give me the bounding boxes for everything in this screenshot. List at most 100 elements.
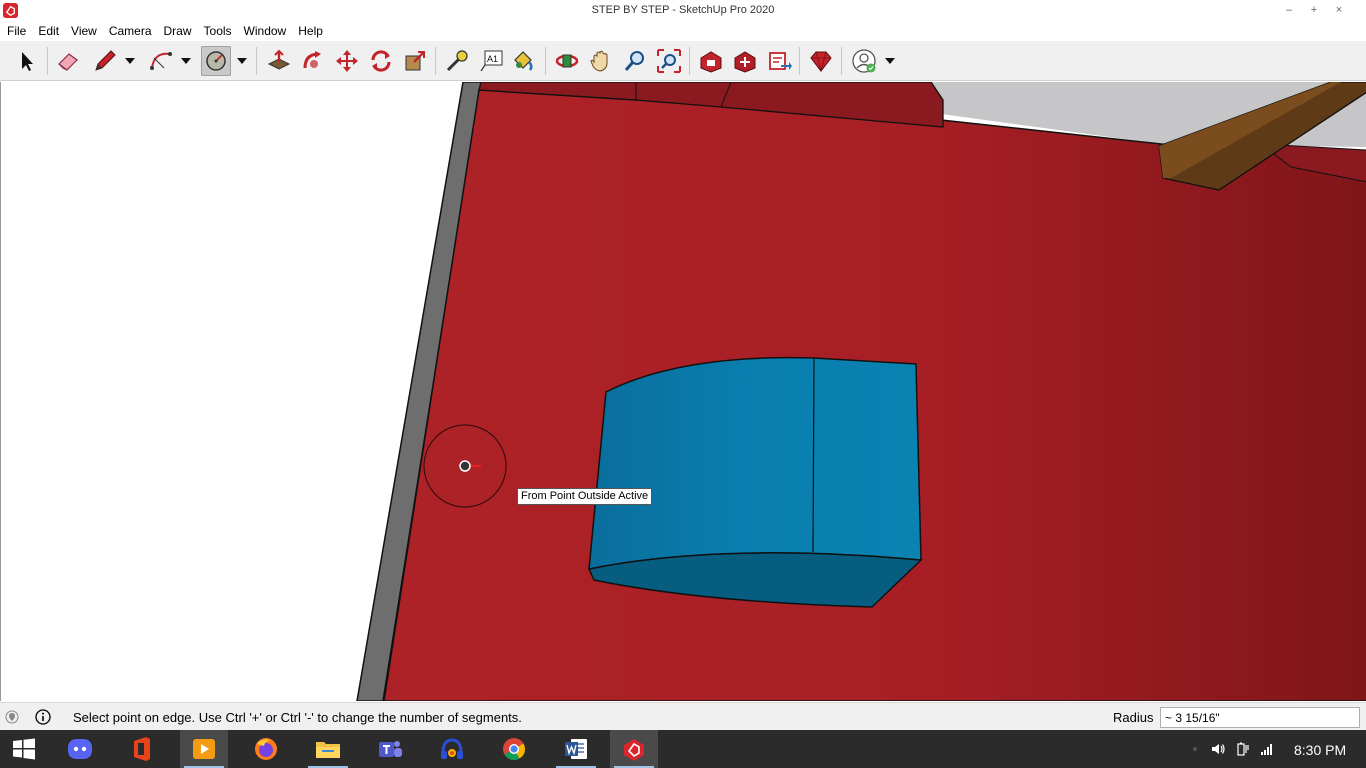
taskbar-firefox[interactable] xyxy=(242,730,290,768)
circle-center-cursor-icon xyxy=(459,460,471,472)
3d-warehouse-button[interactable] xyxy=(696,46,726,76)
rotate-tool-button[interactable] xyxy=(366,46,396,76)
measurements-input[interactable] xyxy=(1160,707,1360,728)
tray-volume[interactable] xyxy=(1208,730,1228,768)
extension-warehouse-button[interactable] xyxy=(730,46,760,76)
office-icon xyxy=(134,737,150,761)
taskbar-clock[interactable]: 8:30 PM xyxy=(1294,742,1346,758)
discord-icon xyxy=(68,739,92,759)
pencil-tool-button[interactable] xyxy=(90,46,120,76)
windows-taskbar: 8:30 PM xyxy=(0,730,1366,768)
tray-network[interactable] xyxy=(1257,730,1277,768)
layout-send-icon xyxy=(769,52,792,70)
blue-box-front[interactable] xyxy=(588,356,922,570)
push-pull-icon xyxy=(267,49,291,70)
status-message: Select point on edge. Use Ctrl '+' or Ct… xyxy=(73,710,522,725)
taskbar-teams[interactable] xyxy=(366,730,414,768)
zoom-extents-icon xyxy=(657,49,681,73)
user-account-icon xyxy=(852,49,876,73)
measurements-label: Radius xyxy=(1113,710,1154,725)
minimize-button[interactable]: – xyxy=(1280,2,1298,18)
window-title: STEP BY STEP - SketchUp Pro 2020 xyxy=(591,4,775,16)
menu-edit[interactable]: Edit xyxy=(34,24,63,38)
menu-bar: File Edit View Camera Draw Tools Window … xyxy=(0,21,1366,41)
pan-tool-button[interactable] xyxy=(586,46,616,76)
warehouse-icon xyxy=(700,51,722,73)
move-tool-button[interactable] xyxy=(332,46,362,76)
status-bar: Select point on edge. Use Ctrl '+' or Ct… xyxy=(0,702,1366,730)
ruby-gem-icon xyxy=(810,51,832,73)
paint-bucket-tool-button[interactable] xyxy=(508,46,538,76)
chrome-icon xyxy=(503,738,525,760)
sketchup-icon xyxy=(624,739,644,761)
taskbar-chrome[interactable] xyxy=(490,730,538,768)
zoom-extents-tool-button[interactable] xyxy=(654,46,684,76)
toolbar-separator xyxy=(435,47,436,75)
taskbar-discord[interactable] xyxy=(56,730,104,768)
rotate-icon xyxy=(371,50,391,72)
paint-bucket-icon xyxy=(514,51,533,71)
arc-tool-button[interactable] xyxy=(146,46,176,76)
taskbar-sketchup[interactable] xyxy=(610,730,658,768)
tape-measure-icon xyxy=(446,50,468,72)
eraser-tool-button[interactable] xyxy=(53,46,83,76)
move-arrows-icon xyxy=(336,50,358,72)
geolocation-icon[interactable] xyxy=(5,710,19,724)
toolbar-separator xyxy=(47,47,48,75)
speaker-icon xyxy=(1212,744,1225,754)
ruby-console-button[interactable] xyxy=(806,46,836,76)
dot-icon xyxy=(1193,747,1197,751)
account-button[interactable] xyxy=(849,46,879,76)
menu-window[interactable]: Window xyxy=(240,24,291,38)
menu-draw[interactable]: Draw xyxy=(160,24,196,38)
taskbar-word[interactable] xyxy=(552,730,600,768)
circle-tool-button[interactable] xyxy=(201,46,231,76)
toolbar-separator xyxy=(545,47,546,75)
close-button[interactable]: × xyxy=(1330,2,1348,18)
menu-tools[interactable]: Tools xyxy=(200,24,236,38)
taskbar-office[interactable] xyxy=(118,730,166,768)
toolbar-separator xyxy=(256,47,257,75)
start-button[interactable] xyxy=(0,730,48,768)
3d-scene[interactable] xyxy=(1,82,1366,701)
send-to-layout-button[interactable] xyxy=(765,46,795,76)
taskbar-media-player[interactable] xyxy=(180,730,228,768)
orbit-tool-button[interactable] xyxy=(552,46,582,76)
headphones-icon xyxy=(441,738,463,759)
title-bar: STEP BY STEP - SketchUp Pro 2020 – + × xyxy=(0,0,1366,21)
folder-icon xyxy=(316,742,340,758)
eraser-icon xyxy=(58,53,78,71)
maximize-button[interactable]: + xyxy=(1305,2,1323,18)
taskbar-music-app[interactable] xyxy=(428,730,476,768)
select-tool-button[interactable] xyxy=(12,46,42,76)
extension-warehouse-icon xyxy=(734,51,756,73)
info-icon[interactable] xyxy=(35,709,51,725)
menu-file[interactable]: File xyxy=(3,24,30,38)
word-icon xyxy=(565,739,587,759)
push-pull-tool-button[interactable] xyxy=(264,46,294,76)
follow-me-tool-button[interactable] xyxy=(298,46,328,76)
menu-view[interactable]: View xyxy=(67,24,101,38)
zoom-tool-button[interactable] xyxy=(620,46,650,76)
tray-overflow-dot[interactable] xyxy=(1190,730,1200,768)
menu-camera[interactable]: Camera xyxy=(105,24,156,38)
taskbar-file-explorer[interactable] xyxy=(304,730,352,768)
scale-tool-button[interactable] xyxy=(400,46,430,76)
windows-logo-icon xyxy=(13,738,35,760)
follow-me-icon xyxy=(303,51,321,69)
text-tool-button[interactable]: A1 xyxy=(477,46,507,76)
modeling-viewport[interactable]: From Point Outside Active xyxy=(0,82,1366,701)
menu-help[interactable]: Help xyxy=(294,24,327,38)
tray-battery[interactable] xyxy=(1233,730,1253,768)
chevron-down-icon[interactable] xyxy=(884,56,896,66)
orbit-icon xyxy=(555,54,579,68)
chevron-down-icon[interactable] xyxy=(180,56,192,66)
sketchup-window: STEP BY STEP - SketchUp Pro 2020 – + × F… xyxy=(0,0,1366,768)
tape-measure-tool-button[interactable] xyxy=(442,46,472,76)
text-tool-glyph: A1 xyxy=(487,54,498,64)
toolbar-separator xyxy=(799,47,800,75)
magnifier-icon xyxy=(624,51,644,71)
main-toolbar: A1 xyxy=(0,41,1366,81)
chevron-down-icon[interactable] xyxy=(236,56,248,66)
chevron-down-icon[interactable] xyxy=(124,56,136,66)
